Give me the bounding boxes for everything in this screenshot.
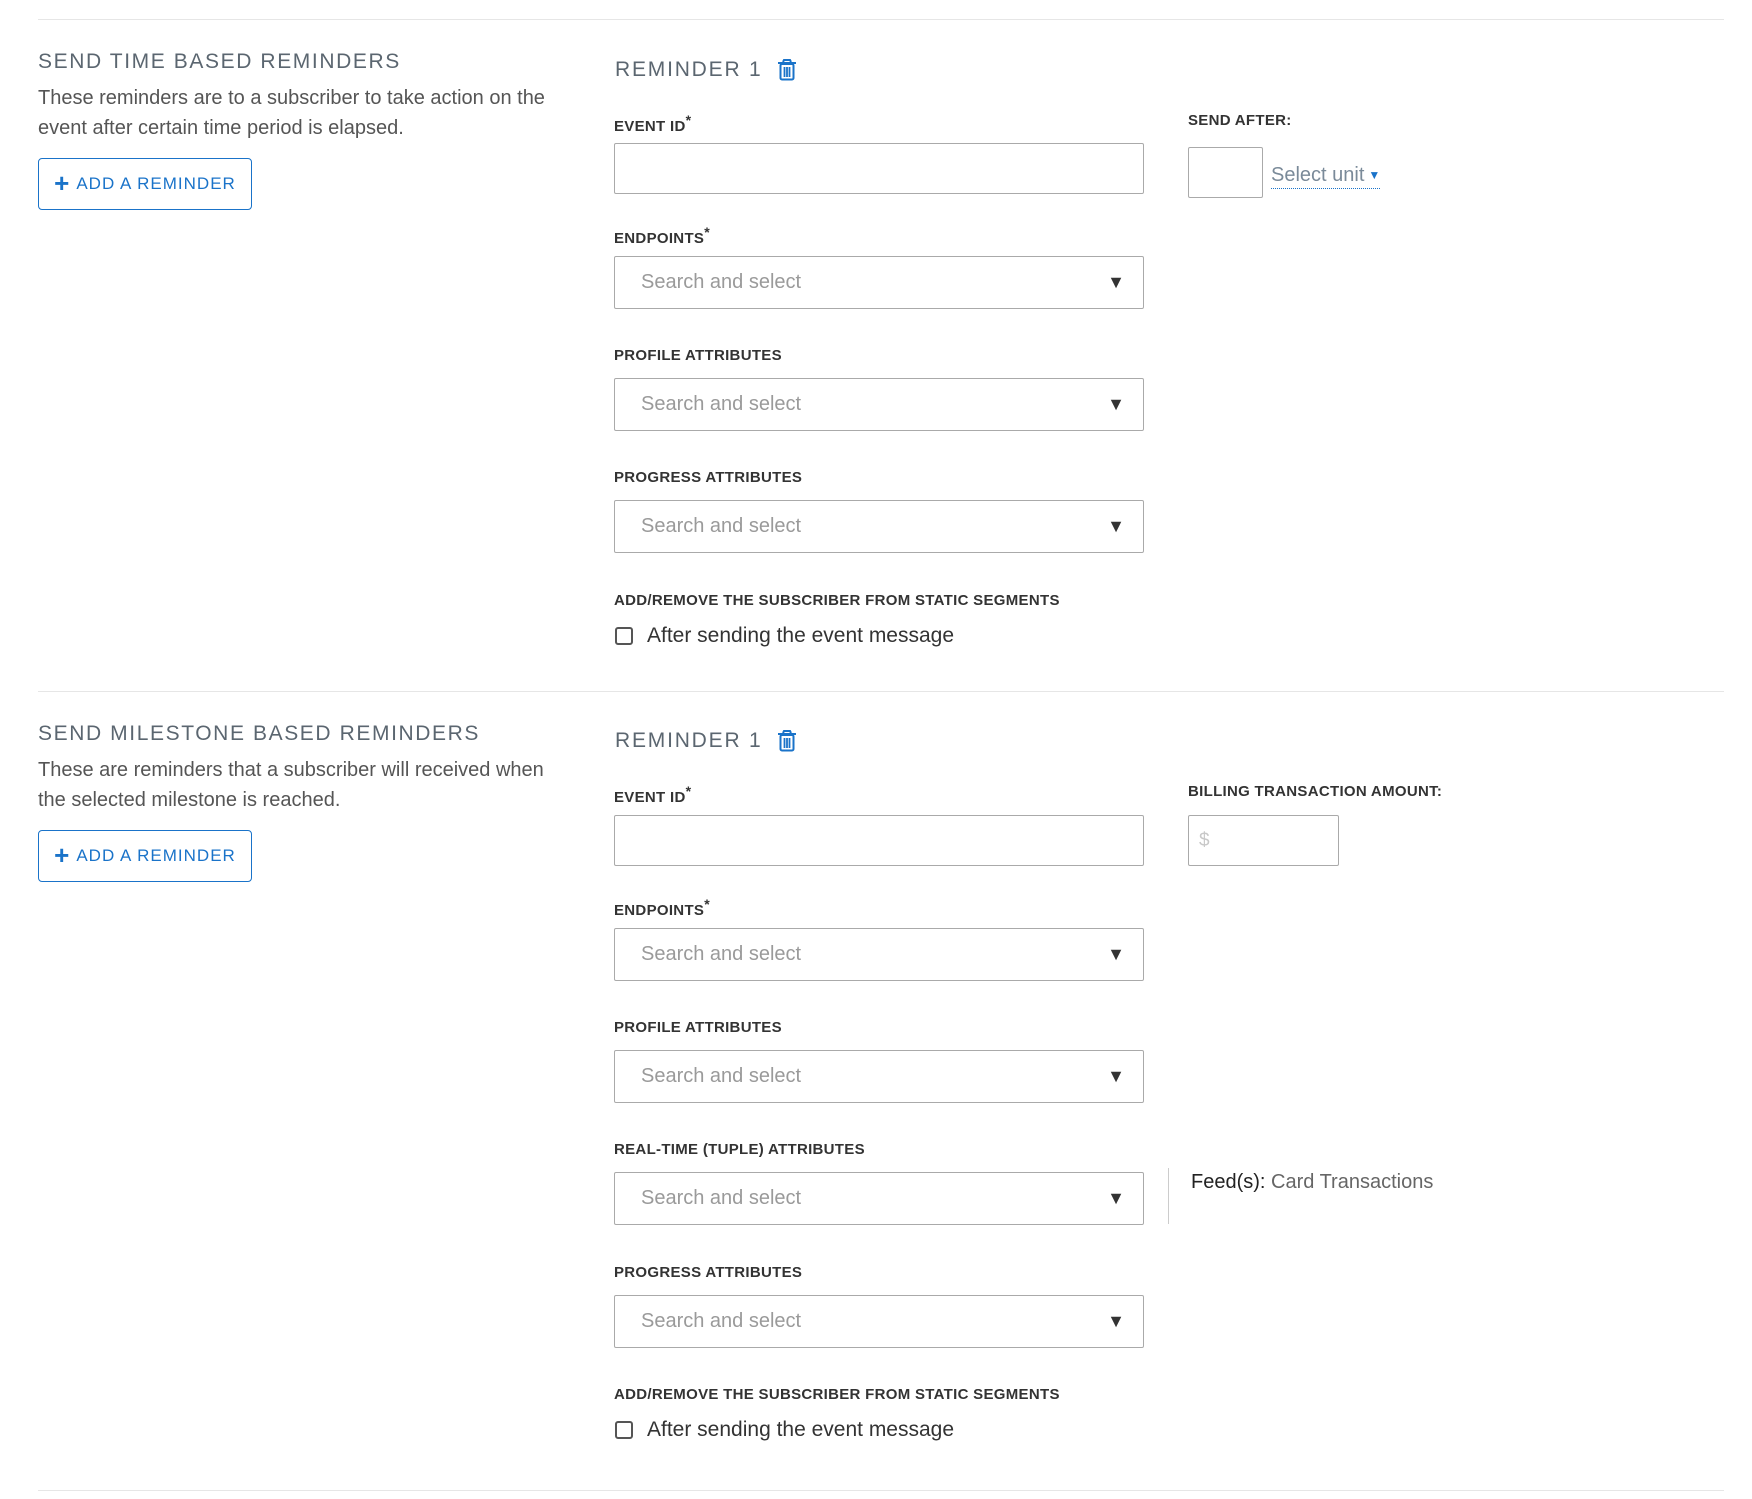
event-id-label: EVENT ID* (614, 111, 691, 136)
section-divider (38, 691, 1724, 692)
event-id-label-text: EVENT ID (614, 789, 686, 806)
progress-attributes-placeholder: Search and select (641, 515, 802, 537)
section-description: These reminders are to a subscriber to t… (38, 87, 545, 139)
endpoints-select[interactable]: Search and select ▼ (614, 256, 1144, 309)
unit-select[interactable]: Select unit ▼ (1271, 163, 1381, 189)
endpoints-placeholder: Search and select (641, 943, 802, 965)
feeds-value: Card Transactions (1271, 1171, 1434, 1193)
billing-amount-input[interactable]: $ (1188, 815, 1339, 866)
caret-down-icon: ▼ (1107, 1311, 1125, 1331)
profile-attributes-placeholder: Search and select (641, 1065, 802, 1087)
caret-down-icon: ▼ (1107, 1188, 1125, 1208)
billing-amount-label: BILLING TRANSACTION AMOUNT: (1188, 783, 1443, 800)
trash-icon[interactable] (777, 730, 797, 752)
endpoints-label: ENDPOINTS* (614, 223, 710, 248)
unit-select-label: Select unit (1271, 164, 1365, 186)
event-id-label: EVENT ID* (614, 782, 691, 807)
required-marker: * (685, 112, 692, 128)
progress-attributes-placeholder: Search and select (641, 1310, 802, 1332)
profile-attributes-placeholder: Search and select (641, 393, 802, 415)
plus-icon: + (54, 168, 71, 198)
add-reminder-button[interactable]: + ADD A REMINDER (38, 158, 252, 210)
caret-down-icon: ▼ (1107, 272, 1125, 292)
caret-down-icon: ▼ (1107, 1066, 1125, 1086)
after-sending-checkbox[interactable] (615, 627, 633, 645)
after-sending-checkbox[interactable] (615, 1421, 633, 1439)
endpoints-label: ENDPOINTS* (614, 895, 710, 920)
event-id-input[interactable] (614, 815, 1144, 866)
feeds-key: Feed(s): (1191, 1171, 1266, 1193)
progress-attributes-label: PROGRESS ATTRIBUTES (614, 469, 803, 486)
bottom-divider (38, 1490, 1724, 1491)
after-sending-checkbox-label: After sending the event message (647, 1418, 955, 1441)
realtime-attributes-select[interactable]: Search and select ▼ (614, 1172, 1144, 1225)
section-title: SEND MILESTONE BASED REMINDERS (38, 722, 481, 745)
required-marker: * (704, 224, 710, 240)
event-id-input[interactable] (614, 143, 1144, 194)
caret-down-icon: ▼ (1107, 944, 1125, 964)
progress-attributes-label: PROGRESS ATTRIBUTES (614, 1264, 803, 1281)
caret-down-icon: ▼ (1368, 168, 1381, 182)
required-marker: * (704, 896, 710, 912)
add-reminder-button[interactable]: + ADD A REMINDER (38, 830, 252, 882)
send-after-input[interactable] (1188, 147, 1263, 198)
reminder-title: REMINDER 1 (615, 728, 797, 754)
time-section-intro: SEND TIME BASED REMINDERS These reminder… (38, 49, 568, 210)
billing-amount-placeholder: $ (1199, 829, 1210, 851)
realtime-attributes-placeholder: Search and select (641, 1187, 802, 1209)
after-sending-checkbox-label: After sending the event message (647, 624, 955, 647)
add-reminder-label: ADD A REMINDER (76, 174, 236, 193)
reminder-title-text: REMINDER 1 (615, 729, 763, 752)
static-segments-label: ADD/REMOVE THE SUBSCRIBER FROM STATIC SE… (614, 1386, 1060, 1403)
static-segments-label: ADD/REMOVE THE SUBSCRIBER FROM STATIC SE… (614, 592, 1060, 609)
static-segments-checkbox-row[interactable]: After sending the event message (615, 623, 954, 649)
progress-attributes-select[interactable]: Search and select ▼ (614, 1295, 1144, 1348)
profile-attributes-label: PROFILE ATTRIBUTES (614, 1019, 782, 1036)
progress-attributes-select[interactable]: Search and select ▼ (614, 500, 1144, 553)
milestone-section-intro: SEND MILESTONE BASED REMINDERS These are… (38, 721, 568, 882)
feeds-info: Feed(s): Card Transactions (1168, 1168, 1433, 1224)
profile-attributes-select[interactable]: Search and select ▼ (614, 1050, 1144, 1103)
static-segments-checkbox-row[interactable]: After sending the event message (615, 1417, 954, 1443)
required-marker: * (685, 783, 692, 799)
trash-icon[interactable] (777, 59, 797, 81)
endpoints-placeholder: Search and select (641, 271, 802, 293)
section-title: SEND TIME BASED REMINDERS (38, 50, 401, 73)
top-divider (38, 19, 1724, 20)
realtime-attributes-label: REAL-TIME (TUPLE) ATTRIBUTES (614, 1141, 865, 1158)
caret-down-icon: ▼ (1107, 394, 1125, 414)
profile-attributes-label: PROFILE ATTRIBUTES (614, 347, 782, 364)
profile-attributes-select[interactable]: Search and select ▼ (614, 378, 1144, 431)
endpoints-select[interactable]: Search and select ▼ (614, 928, 1144, 981)
plus-icon: + (54, 840, 71, 870)
section-description: These are reminders that a subscriber wi… (38, 759, 544, 811)
add-reminder-label: ADD A REMINDER (76, 846, 236, 865)
endpoints-label-text: ENDPOINTS (614, 230, 705, 247)
send-after-label: SEND AFTER: (1188, 112, 1292, 129)
reminder-title-text: REMINDER 1 (615, 58, 763, 81)
reminder-title: REMINDER 1 (615, 57, 797, 83)
event-id-label-text: EVENT ID (614, 118, 686, 135)
endpoints-label-text: ENDPOINTS (614, 902, 705, 919)
caret-down-icon: ▼ (1107, 516, 1125, 536)
